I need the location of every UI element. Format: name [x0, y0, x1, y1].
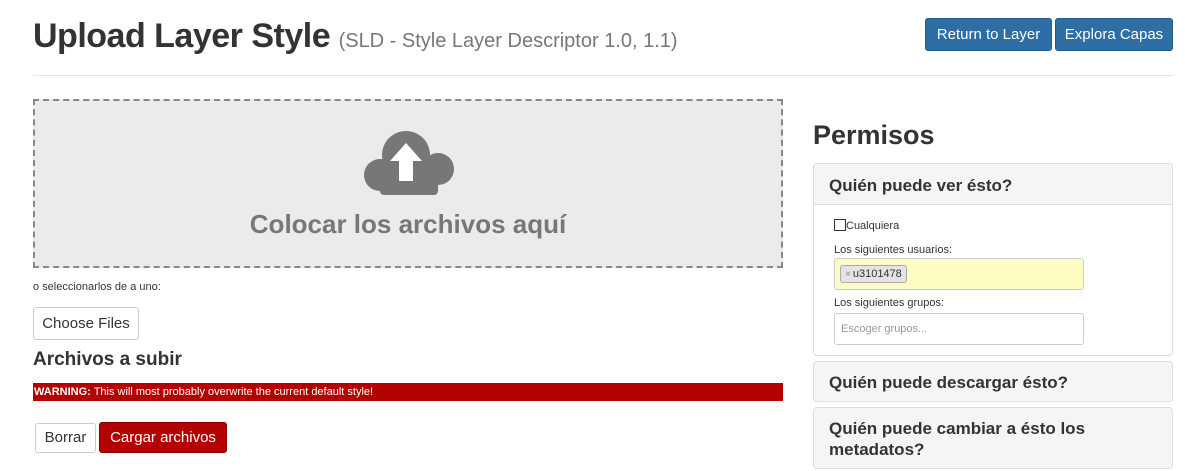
page-title-main: Upload Layer Style	[33, 17, 331, 55]
groups-input[interactable]: Escoger grupos...	[834, 313, 1084, 345]
page-subtitle: (SLD - Style Layer Descriptor 1.0, 1.1)	[338, 30, 678, 52]
page-title: Upload Layer Style (SLD - Style Layer De…	[33, 17, 678, 56]
choose-files-button[interactable]: Choose Files	[33, 307, 139, 340]
warning-text: This will most probably overwrite the cu…	[93, 386, 374, 398]
anyone-row: Cualquiera	[834, 219, 899, 232]
select-files-text: o seleccionarlos de a uno:	[33, 281, 161, 293]
anyone-checkbox[interactable]	[834, 219, 846, 231]
anyone-label: Cualquiera	[846, 220, 900, 232]
metadata-permissions-panel: Quién puede cambiar a ésto los metadatos…	[813, 407, 1173, 469]
metadata-permissions-heading[interactable]: Quién puede cambiar a ésto los metadatos…	[814, 408, 1172, 468]
remove-tag-icon[interactable]: ×	[845, 269, 851, 280]
files-to-upload-heading: Archivos a subir	[33, 349, 182, 370]
users-input[interactable]: × u3101478	[834, 258, 1084, 290]
download-permissions-heading[interactable]: Quién puede descargar ésto?	[814, 362, 1172, 401]
permissions-title: Permisos	[813, 120, 935, 150]
groups-label: Los siguientes grupos:	[834, 297, 945, 309]
clear-button[interactable]: Borrar	[35, 423, 96, 453]
file-dropzone[interactable]: Colocar los archivos aquí	[33, 99, 783, 268]
download-permissions-panel: Quién puede descargar ésto?	[813, 361, 1173, 402]
overwrite-warning: WARNING: This will most probably overwri…	[33, 383, 783, 401]
user-tag: × u3101478	[840, 265, 907, 283]
upload-files-button[interactable]: Cargar archivos	[99, 422, 227, 453]
view-permissions-panel: Quién puede ver ésto? Cualquiera Los sig…	[813, 163, 1173, 356]
users-label: Los siguientes usuarios:	[834, 244, 953, 256]
return-to-layer-button[interactable]: Return to Layer	[925, 18, 1052, 51]
view-permissions-heading[interactable]: Quién puede ver ésto?	[814, 164, 1172, 205]
warning-label: WARNING:	[34, 386, 91, 398]
cloud-upload-icon	[364, 131, 454, 195]
dropzone-text: Colocar los archivos aquí	[249, 209, 567, 239]
header-divider	[33, 75, 1173, 76]
explore-layers-button[interactable]: Explora Capas	[1055, 18, 1173, 51]
user-tag-label: u3101478	[852, 268, 902, 280]
